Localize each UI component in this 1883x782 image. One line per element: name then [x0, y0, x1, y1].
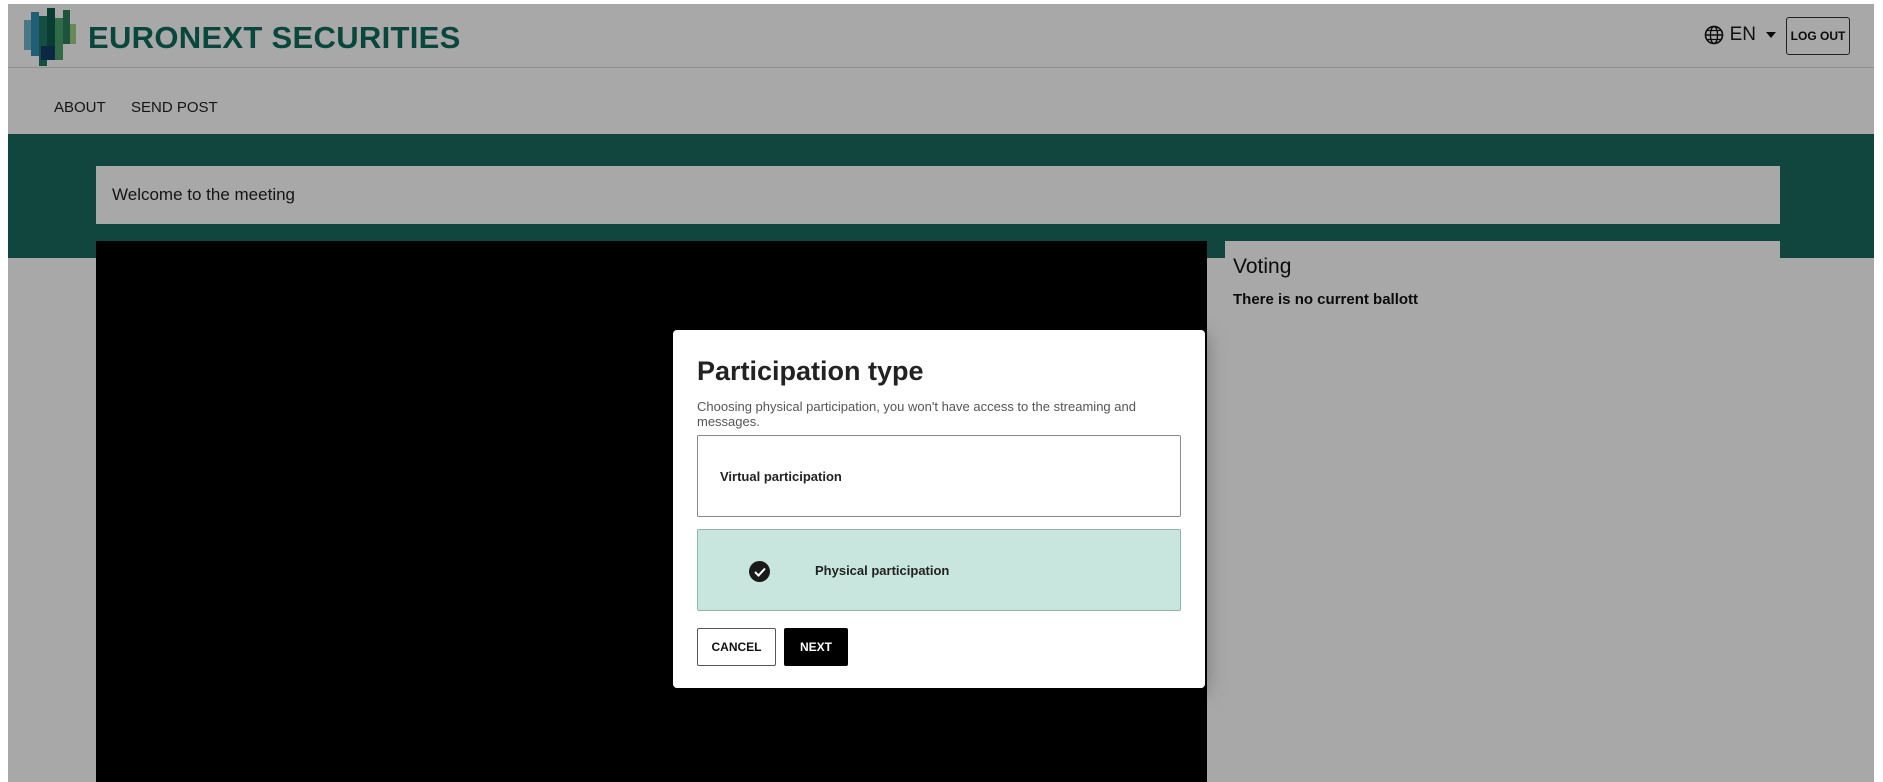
dialog-title: Participation type	[697, 356, 924, 386]
option-label: Physical participation	[815, 563, 950, 578]
dialog-description: Choosing physical participation, you won…	[697, 399, 1136, 429]
option-virtual-participation[interactable]: Virtual participation	[697, 435, 1181, 517]
page: EURONEXT SECURITIES EN LOG OUT ABOUT SEN…	[8, 4, 1874, 782]
participation-dialog: Participation type Choosing physical par…	[673, 330, 1205, 688]
option-physical-participation[interactable]: Physical participation	[697, 529, 1181, 611]
check-circle-icon	[749, 561, 770, 582]
option-label: Virtual participation	[720, 469, 842, 484]
cancel-button[interactable]: CANCEL	[697, 628, 776, 666]
next-button[interactable]: NEXT	[784, 628, 848, 666]
